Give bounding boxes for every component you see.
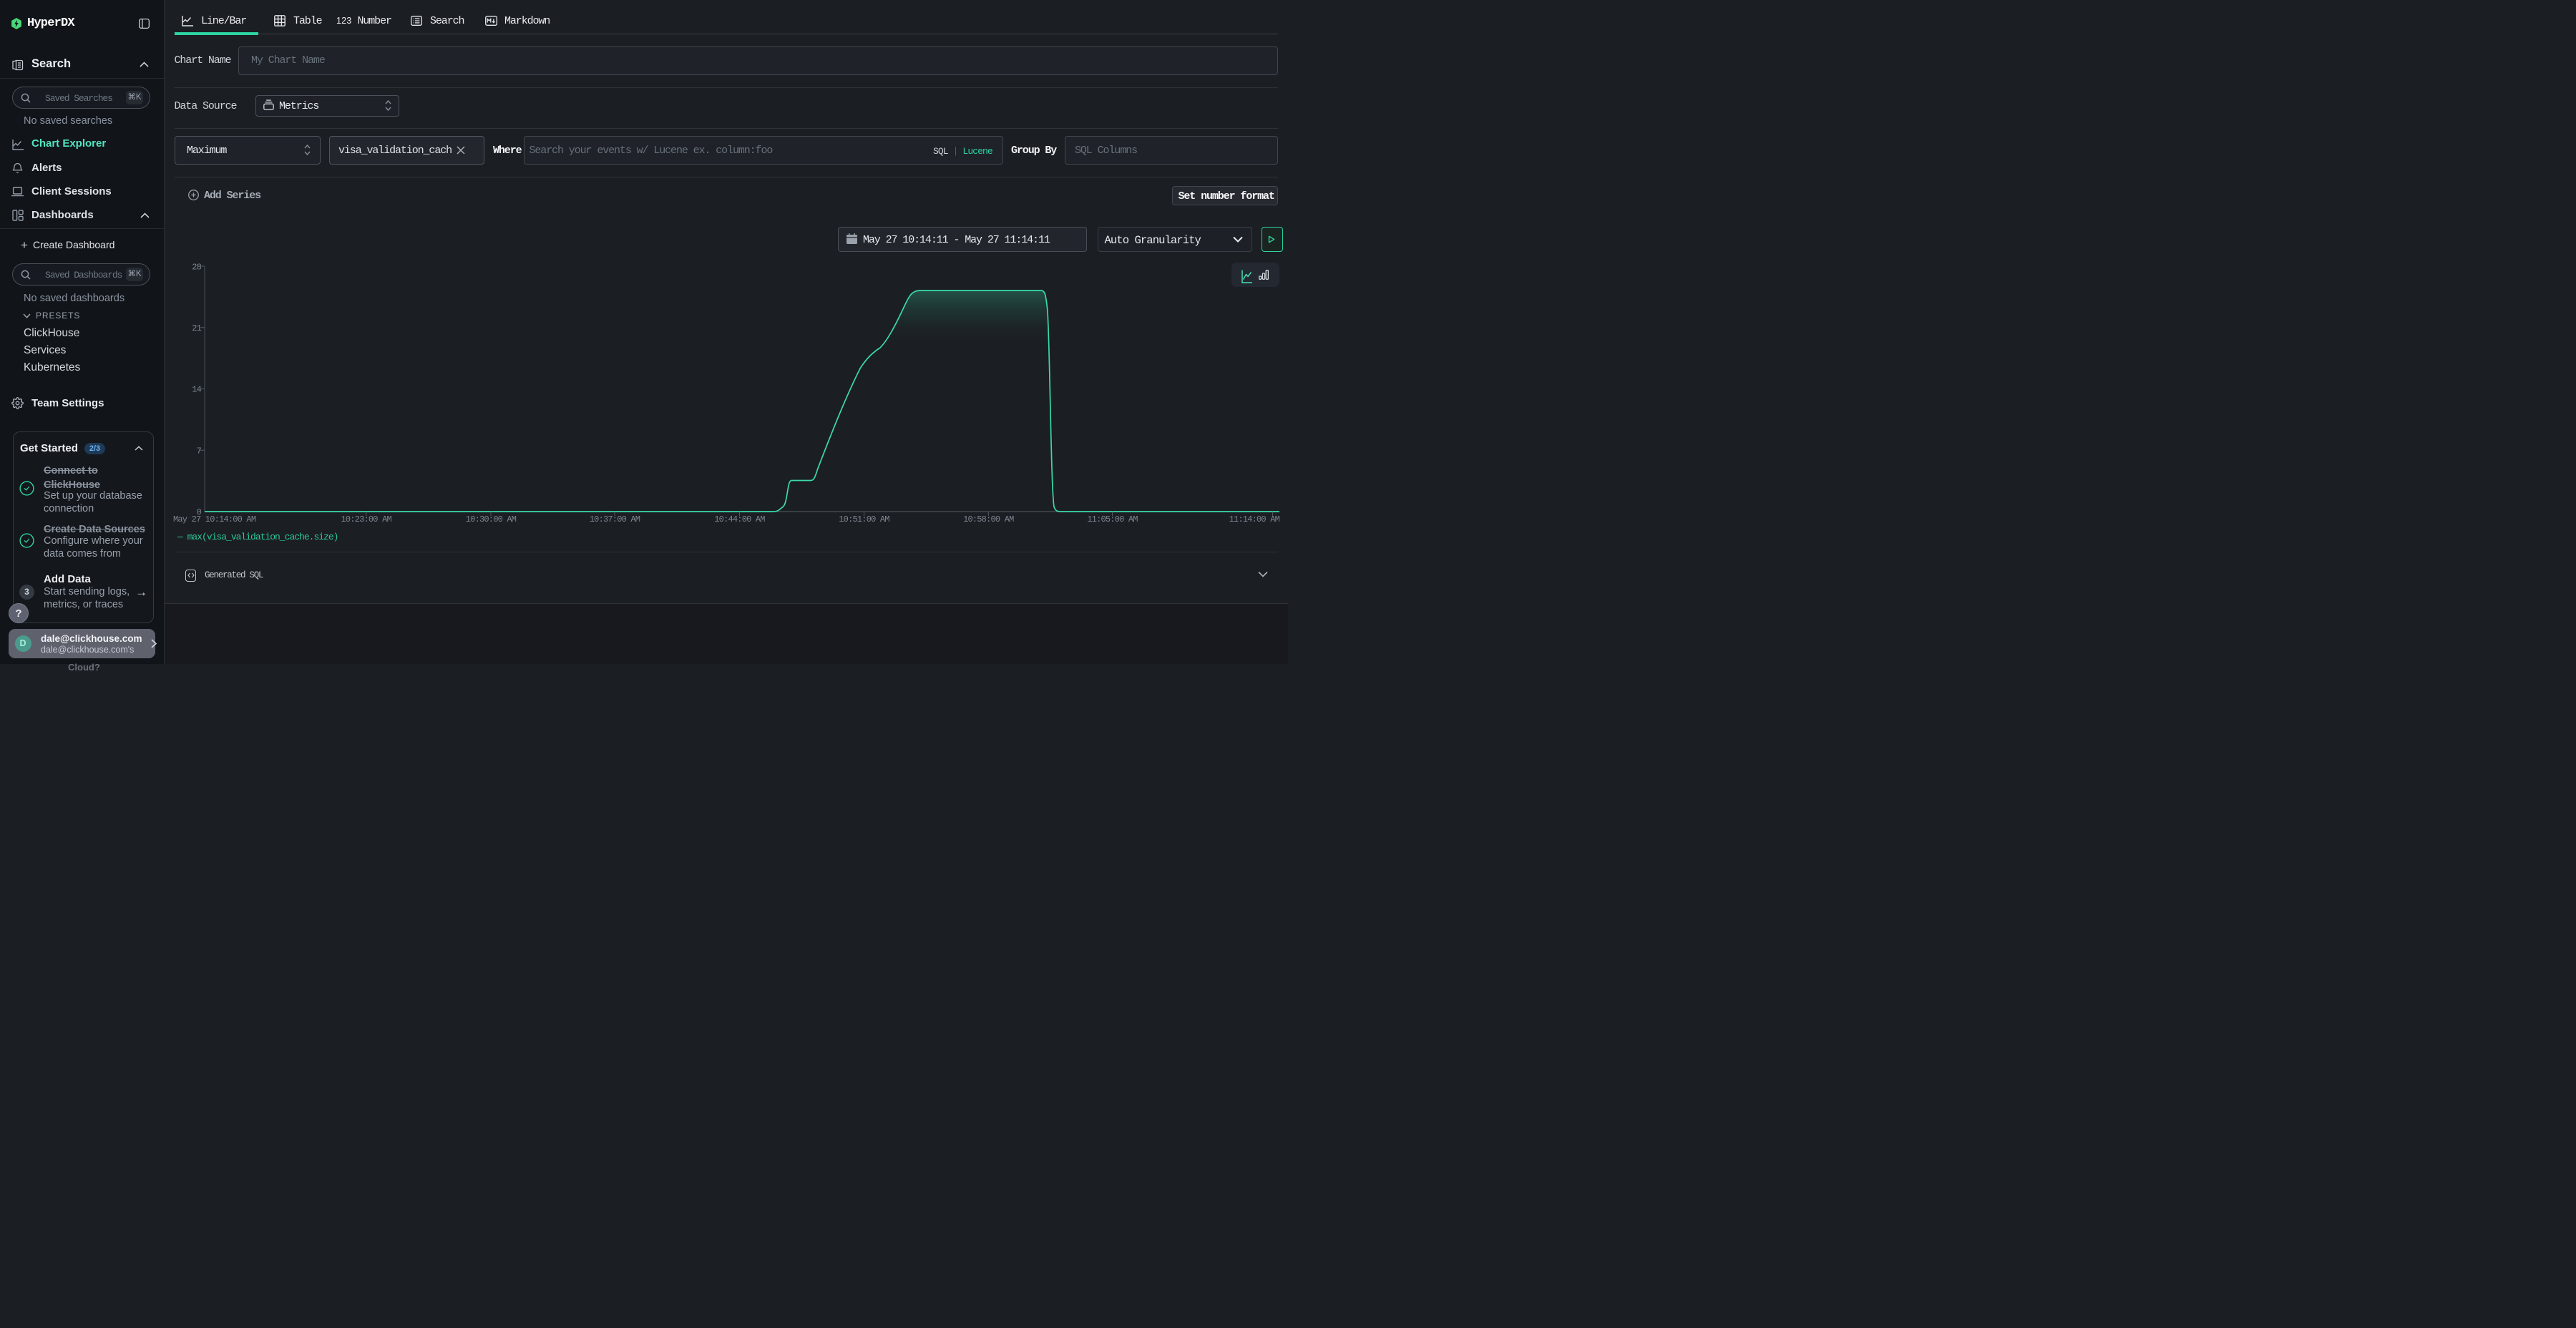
svg-text:7: 7 <box>197 446 202 456</box>
svg-text:May 27 10:14:00 AM: May 27 10:14:00 AM <box>173 514 256 524</box>
svg-text:11:14:00 AM: 11:14:00 AM <box>1229 514 1280 524</box>
svg-text:10:23:00 AM: 10:23:00 AM <box>341 514 391 524</box>
svg-text:10:44:00 AM: 10:44:00 AM <box>714 514 765 524</box>
svg-text:10:30:00 AM: 10:30:00 AM <box>466 514 517 524</box>
svg-text:28: 28 <box>192 263 201 273</box>
svg-text:10:37:00 AM: 10:37:00 AM <box>590 514 640 524</box>
svg-text:10:58:00 AM: 10:58:00 AM <box>963 514 1014 524</box>
svg-text:14: 14 <box>192 385 201 395</box>
svg-text:10:51:00 AM: 10:51:00 AM <box>839 514 889 524</box>
svg-text:21: 21 <box>192 323 201 333</box>
svg-text:11:05:00 AM: 11:05:00 AM <box>1087 514 1138 524</box>
